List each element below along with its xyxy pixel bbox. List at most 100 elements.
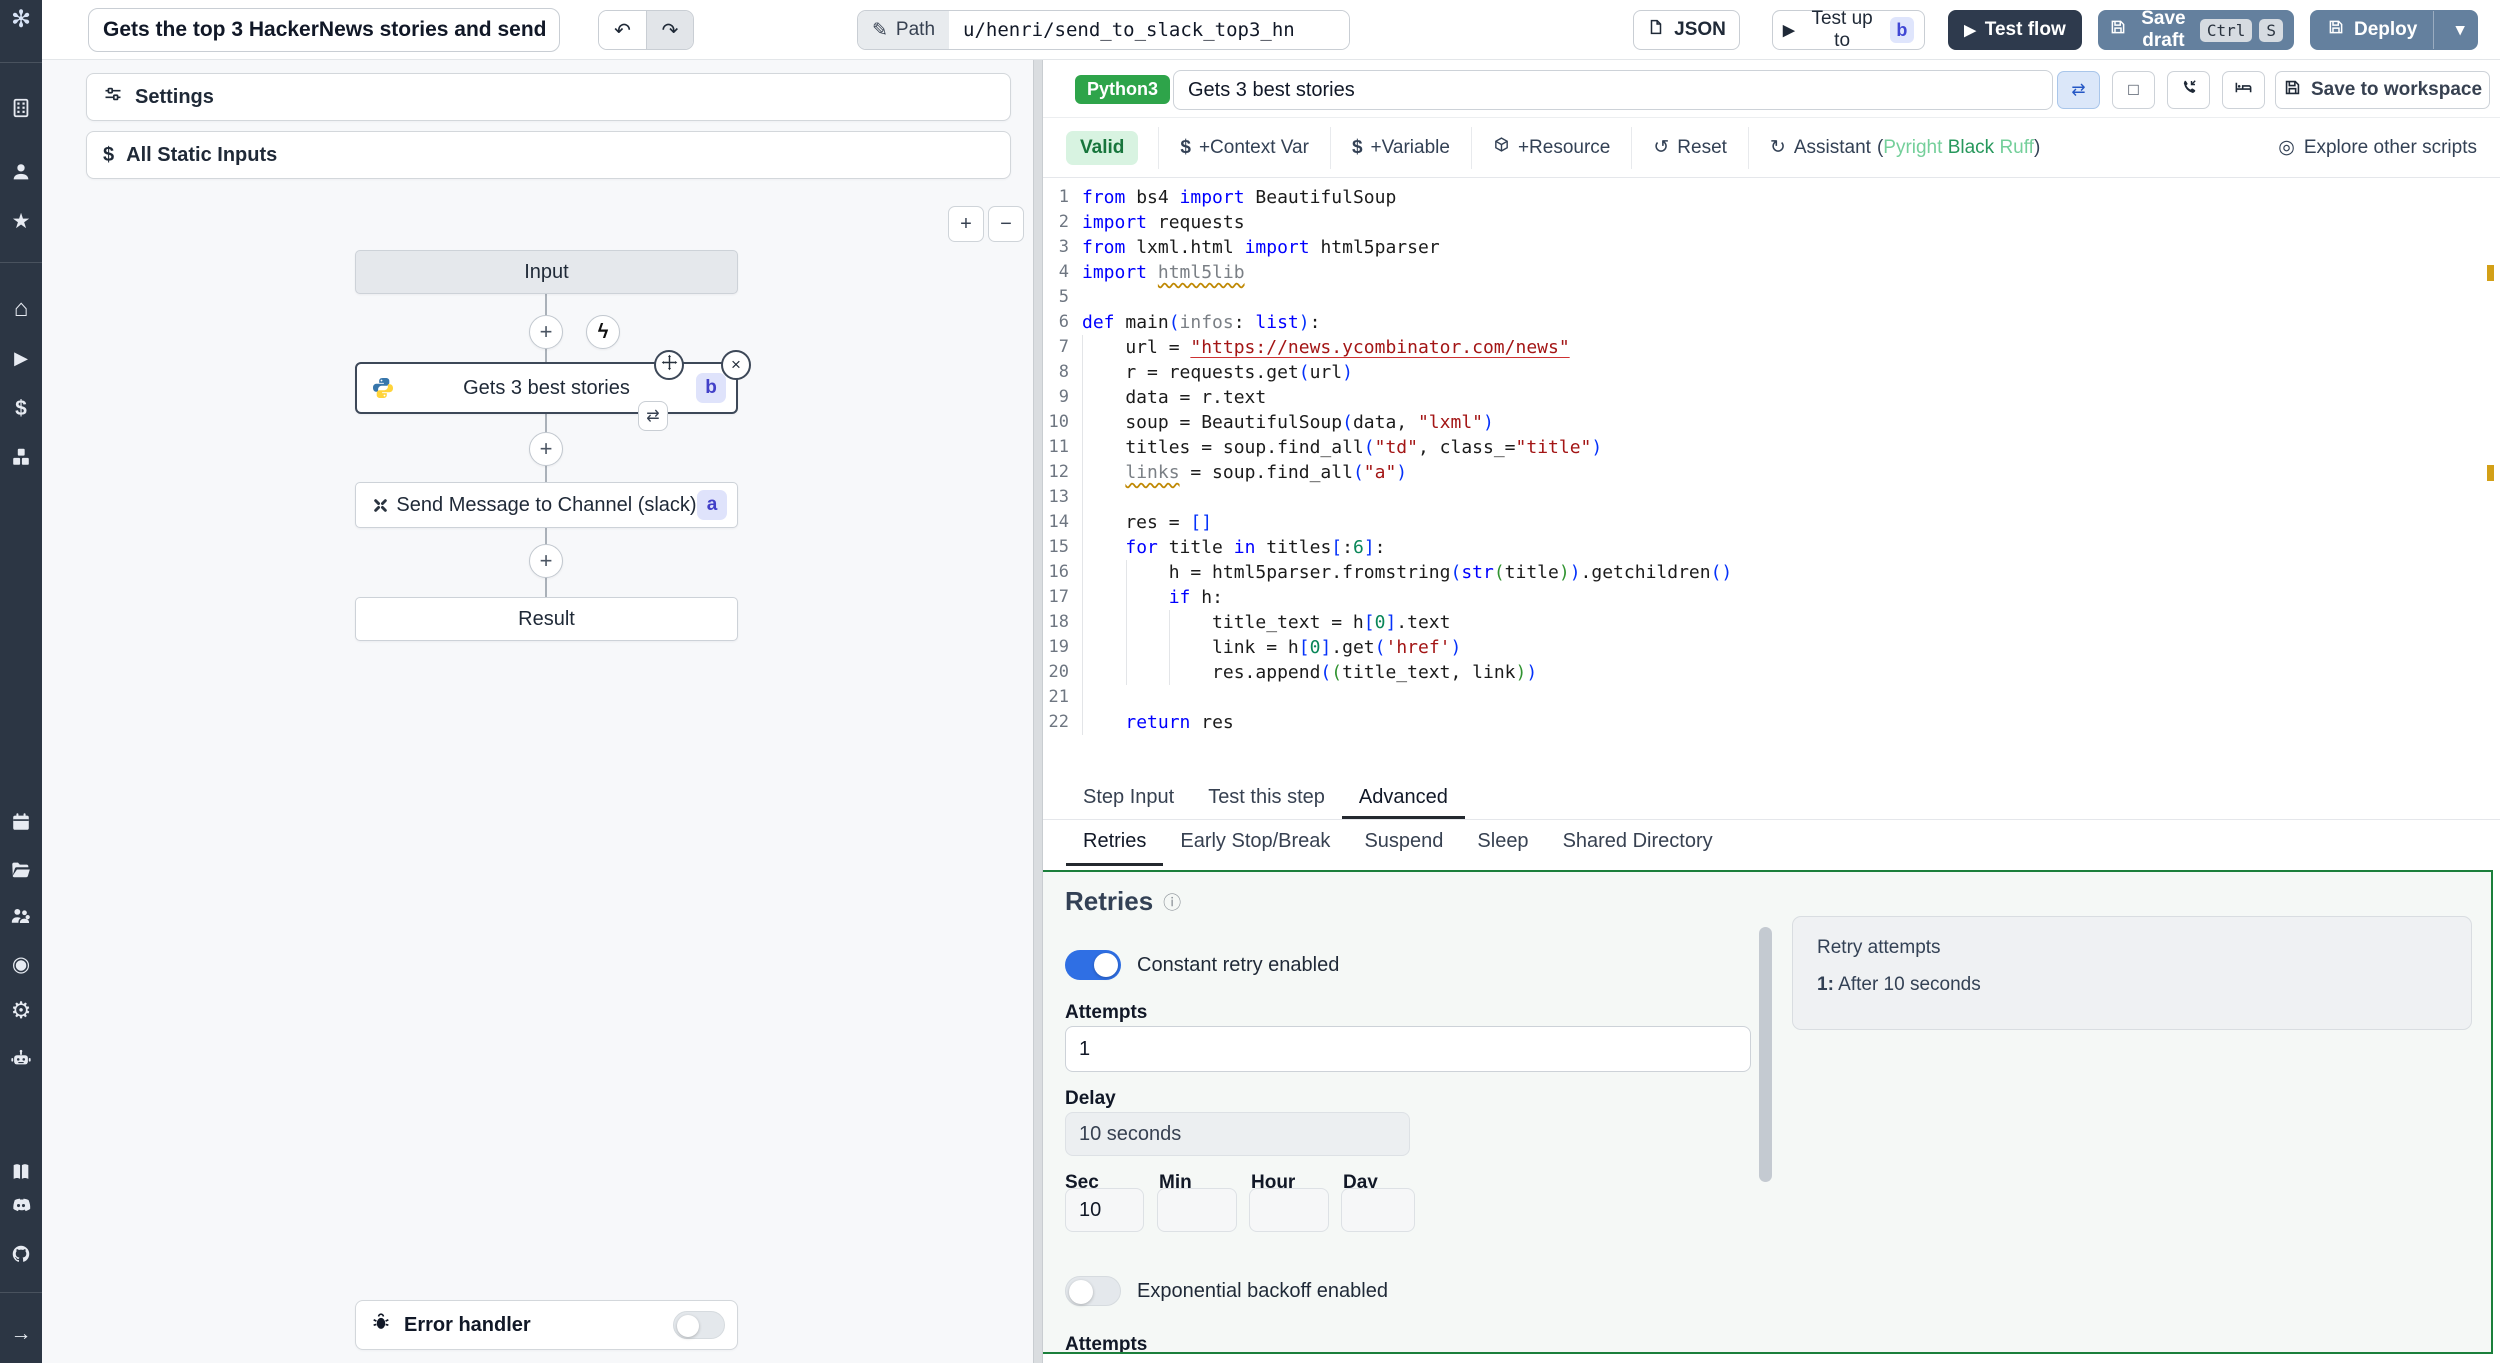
sidebar-item-docs[interactable] bbox=[0, 1155, 42, 1189]
error-handler-toggle[interactable] bbox=[673, 1311, 725, 1339]
code-line[interactable]: 2 import requests bbox=[1043, 210, 2500, 235]
exponential-backoff-toggle[interactable] bbox=[1065, 1276, 1121, 1306]
sidebar-item-github[interactable] bbox=[0, 1237, 42, 1271]
subtab-shared-directory[interactable]: Shared Directory bbox=[1546, 820, 1730, 866]
code-line[interactable]: 5 bbox=[1043, 285, 2500, 310]
code-line[interactable]: 6 def main(infos: list): bbox=[1043, 310, 2500, 335]
sidebar-item-discord[interactable] bbox=[0, 1189, 42, 1223]
add-step-button[interactable]: + bbox=[529, 432, 563, 466]
sidebar-item-home[interactable]: ⌂ bbox=[0, 292, 42, 326]
sidebar-item-user[interactable] bbox=[0, 155, 42, 189]
flow-static-inputs-bar[interactable]: $ All Static Inputs bbox=[86, 131, 1011, 179]
code-line[interactable]: 10 soup = BeautifulSoup(data, "lxml") bbox=[1043, 410, 2500, 435]
sidebar-item-settings[interactable]: ⚙ bbox=[0, 993, 42, 1027]
undo-button[interactable]: ↶ bbox=[599, 11, 646, 49]
code-line[interactable]: 16 h = html5parser.fromstring(str(title)… bbox=[1043, 560, 2500, 585]
save-draft-button[interactable]: Save draft Ctrl S bbox=[2098, 8, 2294, 51]
suspend-button[interactable] bbox=[2167, 71, 2210, 109]
reset-button[interactable]: ↺ Reset bbox=[1632, 130, 1748, 166]
code-line[interactable]: 4 import html5lib bbox=[1043, 260, 2500, 285]
sidebar-item-resources[interactable] bbox=[0, 440, 42, 474]
test-flow-button[interactable]: ▶ Test flow bbox=[1948, 10, 2082, 50]
code-line[interactable]: 13 bbox=[1043, 485, 2500, 510]
code-line[interactable]: 12 links = soup.find_all("a") bbox=[1043, 460, 2500, 485]
delete-step-button[interactable]: × bbox=[721, 350, 751, 380]
hour-input[interactable] bbox=[1249, 1188, 1329, 1232]
add-variable-button[interactable]: $ +Variable bbox=[1331, 130, 1471, 166]
retries-scrollbar[interactable] bbox=[1759, 927, 1772, 1182]
code-line[interactable]: 14 res = [] bbox=[1043, 510, 2500, 535]
test-up-to-button[interactable]: ▶ Test up to b bbox=[1772, 8, 1925, 51]
sidebar-item-runs[interactable]: ▶ bbox=[0, 341, 42, 375]
constant-retry-toggle[interactable] bbox=[1065, 950, 1121, 980]
code-line[interactable]: 7 url = "https://news.ycombinator.com/ne… bbox=[1043, 335, 2500, 360]
add-step-button[interactable]: + bbox=[529, 544, 563, 578]
subtab-retries[interactable]: Retries bbox=[1066, 820, 1164, 866]
min-input[interactable] bbox=[1157, 1188, 1237, 1232]
sidebar-item-workspace[interactable] bbox=[0, 91, 42, 125]
step-title-input[interactable] bbox=[1173, 70, 2053, 110]
sidebar-item-logo[interactable]: ✻ bbox=[0, 3, 42, 37]
explore-other-scripts-button[interactable]: ◎ Explore other scripts bbox=[2278, 136, 2477, 159]
add-resource-button[interactable]: +Resource bbox=[1472, 130, 1631, 166]
tab-test-this-step[interactable]: Test this step bbox=[1191, 778, 1342, 819]
flow-node-input[interactable]: Input bbox=[355, 250, 738, 294]
sidebar-item-groups[interactable] bbox=[0, 899, 42, 933]
flow-node-step-a[interactable]: Send Message to Channel (slack) a bbox=[355, 482, 738, 528]
attempts-input[interactable] bbox=[1065, 1026, 1751, 1072]
code-editor[interactable]: 1 from bs4 import BeautifulSoup 2 import re… bbox=[1043, 178, 2500, 778]
code-line[interactable]: 17 if h: bbox=[1043, 585, 2500, 610]
day-input[interactable] bbox=[1341, 1188, 1415, 1232]
delay-input[interactable] bbox=[1065, 1112, 1410, 1156]
subtab-sleep[interactable]: Sleep bbox=[1460, 820, 1545, 866]
add-step-button[interactable]: + bbox=[529, 315, 563, 349]
step-retry-indicator[interactable]: ⇄ bbox=[638, 401, 668, 431]
trigger-lightning-button[interactable]: ϟ bbox=[586, 315, 620, 349]
retries-toggle-button[interactable]: ⇄ bbox=[2057, 71, 2100, 109]
flow-settings-bar[interactable]: Settings bbox=[86, 73, 1011, 121]
add-context-var-button[interactable]: $ +Context Var bbox=[1159, 130, 1330, 166]
early-stop-button[interactable]: □ bbox=[2112, 71, 2155, 109]
flow-node-result[interactable]: Result bbox=[355, 597, 738, 641]
code-line[interactable]: 9 data = r.text bbox=[1043, 385, 2500, 410]
code-line[interactable]: 20 res.append((title_text, link)) bbox=[1043, 660, 2500, 685]
sidebar-item-audit-logs[interactable]: ◉ bbox=[0, 947, 42, 981]
code-line[interactable]: 8 r = requests.get(url) bbox=[1043, 360, 2500, 385]
code-line[interactable]: 21 bbox=[1043, 685, 2500, 710]
deploy-button[interactable]: Deploy bbox=[2311, 11, 2435, 49]
save-to-workspace-button[interactable]: Save to workspace bbox=[2275, 71, 2490, 109]
sidebar-item-favorites[interactable]: ★ bbox=[0, 204, 42, 238]
zoom-in-button[interactable]: + bbox=[948, 206, 984, 242]
sidebar-item-folders[interactable] bbox=[0, 853, 42, 887]
deploy-dropdown-button[interactable]: ▾ bbox=[2443, 20, 2477, 40]
code-line[interactable]: 3 from lxml.html import html5parser bbox=[1043, 235, 2500, 260]
subtab-suspend[interactable]: Suspend bbox=[1347, 820, 1460, 866]
sec-input[interactable] bbox=[1065, 1188, 1144, 1232]
code-line[interactable]: 18 title_text = h[0].text bbox=[1043, 610, 2500, 635]
flow-canvas[interactable]: Settings $ All Static Inputs + − Input +… bbox=[42, 60, 1033, 1363]
sidebar-item-ai[interactable] bbox=[0, 1041, 42, 1075]
sidebar-item-expand[interactable]: → bbox=[0, 1316, 42, 1350]
subtab-early-stop[interactable]: Early Stop/Break bbox=[1163, 820, 1347, 866]
code-line[interactable]: 15 for title in titles[:6]: bbox=[1043, 535, 2500, 560]
code-line[interactable]: 22 return res bbox=[1043, 710, 2500, 735]
path-input[interactable] bbox=[949, 11, 1350, 49]
code-line[interactable]: 11 titles = soup.find_all("td", class_="… bbox=[1043, 435, 2500, 460]
sidebar-item-schedules[interactable] bbox=[0, 805, 42, 839]
redo-button[interactable]: ↷ bbox=[646, 11, 693, 49]
sleep-button[interactable] bbox=[2222, 71, 2265, 109]
flow-title-input[interactable] bbox=[88, 8, 560, 52]
step-id-badge: a bbox=[697, 490, 727, 520]
error-handler-bar[interactable]: Error handler bbox=[355, 1300, 738, 1350]
zoom-out-button[interactable]: − bbox=[988, 206, 1024, 242]
code-line[interactable]: 1 from bs4 import BeautifulSoup bbox=[1043, 185, 2500, 210]
json-button[interactable]: JSON bbox=[1633, 10, 1740, 50]
move-step-button[interactable] bbox=[654, 350, 684, 380]
phone-incoming-icon bbox=[2179, 78, 2198, 102]
code-line[interactable]: 19 link = h[0].get('href') bbox=[1043, 635, 2500, 660]
pane-splitter[interactable] bbox=[1033, 60, 1043, 1363]
sidebar-item-variables[interactable]: $ bbox=[0, 391, 42, 425]
tab-step-input[interactable]: Step Input bbox=[1066, 778, 1191, 819]
assistant-button[interactable]: ↻ Assistant (Pyright Black Ruff) bbox=[1749, 130, 2061, 166]
tab-advanced[interactable]: Advanced bbox=[1341, 778, 1465, 819]
